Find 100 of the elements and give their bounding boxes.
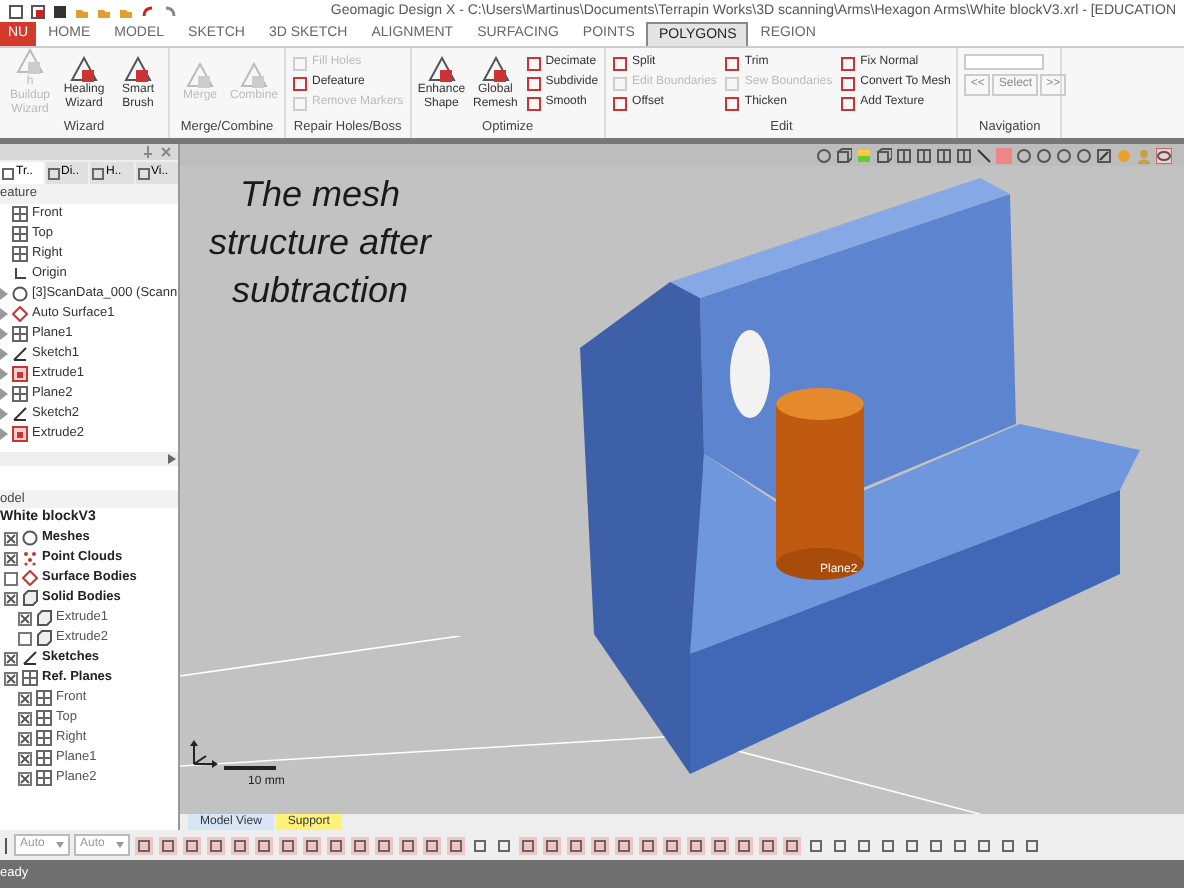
undo-icon[interactable] — [140, 4, 156, 20]
triangle-tool-icon — [186, 62, 214, 90]
plane-icon — [12, 386, 28, 402]
toolbar-square-icon[interactable] — [566, 835, 586, 855]
toolbar-square-icon[interactable] — [470, 835, 490, 855]
diamond-icon — [12, 306, 28, 322]
checkbox[interactable] — [4, 571, 18, 585]
toolbar-square-icon[interactable] — [878, 835, 898, 855]
toolbar-square-icon[interactable] — [686, 835, 706, 855]
origin-icon — [12, 266, 28, 282]
toolbar-square-icon[interactable] — [974, 835, 994, 855]
expand-arrow-icon[interactable] — [0, 328, 8, 340]
expand-arrow-icon[interactable] — [0, 388, 8, 400]
toolbar-square-icon[interactable] — [182, 835, 202, 855]
toolbar-square-icon[interactable] — [494, 835, 514, 855]
expand-arrow-icon[interactable] — [0, 368, 8, 380]
toolbar-square-icon[interactable] — [350, 835, 370, 855]
redo-icon[interactable] — [162, 4, 178, 20]
checkbox[interactable] — [4, 551, 18, 565]
toolbar-square-icon[interactable] — [206, 835, 226, 855]
line-icon[interactable] — [976, 147, 992, 163]
toolbar-square-icon[interactable] — [590, 835, 610, 855]
pencil-icon[interactable] — [1096, 147, 1112, 163]
plane-icon — [36, 770, 52, 786]
circle-tool-icon[interactable] — [816, 147, 832, 163]
toolbar-square-icon[interactable] — [854, 835, 874, 855]
toolbar-square-icon[interactable] — [902, 835, 922, 855]
cube-icon[interactable] — [876, 147, 892, 163]
plane-icon — [36, 710, 52, 726]
expand-arrow-icon[interactable] — [0, 408, 8, 420]
triangle-tool-icon — [240, 62, 268, 90]
checkbox[interactable] — [4, 651, 18, 665]
checkbox[interactable] — [4, 531, 18, 545]
plane-icon — [36, 730, 52, 746]
toolbar-square-icon[interactable] — [446, 835, 466, 855]
checkbox[interactable] — [4, 591, 18, 605]
new-file-icon[interactable] — [8, 4, 24, 20]
toolbar-square-icon[interactable] — [998, 835, 1018, 855]
triangle-tool-icon — [427, 55, 456, 83]
toolbar-square-icon[interactable] — [830, 835, 850, 855]
expand-arrow-icon[interactable] — [0, 308, 8, 320]
cube-icon[interactable] — [836, 147, 852, 163]
expand-arrow-icon[interactable] — [0, 428, 8, 440]
caret-icon — [116, 842, 124, 848]
grip-icon — [2, 837, 10, 853]
toolbar-square-icon[interactable] — [614, 835, 634, 855]
checkbox[interactable] — [18, 751, 32, 765]
checkbox[interactable] — [18, 711, 32, 725]
toolbar-square-icon[interactable] — [254, 835, 274, 855]
toolbar-square-icon[interactable] — [638, 835, 658, 855]
axis-triad-icon — [188, 738, 220, 770]
toolbar-square-icon[interactable] — [950, 835, 970, 855]
panel-tab-icon — [92, 167, 104, 179]
toolbar-square-icon[interactable] — [230, 835, 250, 855]
checkbox[interactable] — [18, 771, 32, 785]
diamond-icon — [22, 570, 38, 586]
toolbar-square-icon[interactable] — [518, 835, 538, 855]
save-icon[interactable] — [52, 4, 68, 20]
plane-icon[interactable] — [956, 147, 972, 163]
checkbox[interactable] — [4, 671, 18, 685]
toolbar-square-icon[interactable] — [134, 835, 154, 855]
plane-icon — [12, 206, 28, 222]
toolbar-square-icon[interactable] — [398, 835, 418, 855]
panel-tab-icon — [47, 167, 59, 179]
plane-icon[interactable] — [896, 147, 912, 163]
plane-icon[interactable] — [916, 147, 932, 163]
checkbox[interactable] — [18, 611, 32, 625]
plane-icon — [36, 690, 52, 706]
toolbar-square-icon[interactable] — [710, 835, 730, 855]
color-cube-icon[interactable] — [856, 147, 872, 163]
circle-icon — [22, 530, 38, 546]
toolbar-square-icon[interactable] — [662, 835, 682, 855]
plane-icon[interactable] — [936, 147, 952, 163]
checkbox[interactable] — [18, 731, 32, 745]
toolbar-square-icon[interactable] — [926, 835, 946, 855]
scroll-arrow-icon[interactable] — [168, 454, 176, 464]
toolbar-square-icon[interactable] — [542, 835, 562, 855]
expand-arrow-icon[interactable] — [0, 288, 8, 300]
eye-icon[interactable] — [1156, 147, 1172, 163]
toolbar-square-icon[interactable] — [758, 835, 778, 855]
toolbar-square-icon[interactable] — [734, 835, 754, 855]
toolbar-square-icon[interactable] — [278, 835, 298, 855]
expand-arrow-icon[interactable] — [0, 348, 8, 360]
toolbar-square-icon[interactable] — [326, 835, 346, 855]
checkbox[interactable] — [18, 691, 32, 705]
dropdown-field[interactable] — [964, 54, 1045, 70]
panel-tab-icon — [2, 167, 14, 179]
toolbar-square-icon[interactable] — [374, 835, 394, 855]
triangle-tool-icon — [124, 55, 152, 83]
toolbar-square-icon[interactable] — [422, 835, 442, 855]
toolbar-square-icon[interactable] — [158, 835, 178, 855]
checkbox[interactable] — [18, 631, 32, 645]
scale-bar — [224, 766, 276, 770]
toolbar-square-icon[interactable] — [1022, 835, 1042, 855]
dots-icon — [22, 550, 38, 566]
toolbar-square-icon[interactable] — [806, 835, 826, 855]
triangle-tool-icon — [481, 55, 510, 83]
import-icon[interactable] — [30, 4, 46, 20]
toolbar-square-icon[interactable] — [782, 835, 802, 855]
toolbar-square-icon[interactable] — [302, 835, 322, 855]
